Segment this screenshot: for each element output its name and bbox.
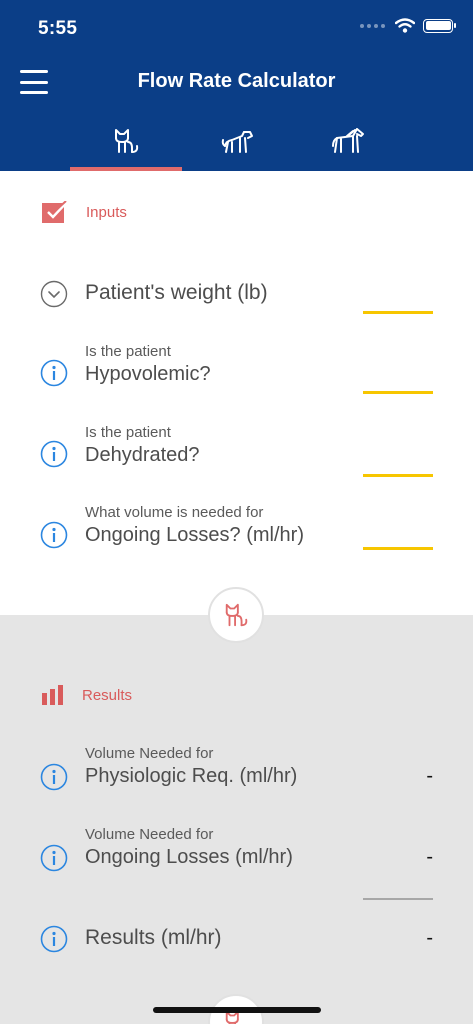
status-time: 5:55 (38, 18, 78, 39)
ongoing-result-sub: Volume Needed for (85, 826, 214, 843)
hypovolemic-sub: Is the patient (85, 343, 171, 360)
ongoing-result-row: Volume Needed for Ongoing Losses (ml/hr)… (40, 826, 433, 880)
info-icon[interactable] (40, 844, 68, 872)
results-label: Results (82, 686, 133, 704)
info-icon[interactable] (40, 521, 68, 549)
inputs-label: Inputs (86, 203, 127, 221)
dehydrated-label: Dehydrated? (85, 444, 200, 466)
weight-label: Patient's weight (lb) (85, 281, 268, 304)
weight-input[interactable] (363, 311, 433, 314)
cat-icon (225, 603, 248, 627)
results-header: Results (42, 685, 132, 705)
physiologic-sub: Volume Needed for (85, 745, 214, 762)
physiologic-row: Volume Needed for Physiologic Req. (ml/h… (40, 745, 433, 799)
app-header: 5:55 Flow Rate Calculator (0, 0, 473, 171)
wifi-icon (395, 18, 415, 33)
hypovolemic-row: Is the patient Hypovolemic? (40, 343, 433, 397)
ongoing-input[interactable] (363, 547, 433, 550)
weight-row: Patient's weight (lb) (40, 279, 433, 315)
inputs-section: Inputs Patient's weight (lb) Is the pati… (0, 171, 473, 615)
signal-dots-icon (360, 23, 385, 28)
battery-icon (423, 18, 456, 33)
dehydrated-input[interactable] (363, 474, 433, 477)
ongoing-label: Ongoing Losses? (ml/hr) (85, 524, 304, 546)
status-icons (360, 18, 456, 33)
info-icon[interactable] (40, 925, 68, 953)
bar-chart-icon (42, 685, 63, 705)
results-section: Results Volume Needed for Physiologic Re… (0, 615, 473, 1024)
tab-horse[interactable] (292, 120, 404, 171)
tab-cat[interactable] (70, 120, 182, 171)
dehydrated-row: Is the patient Dehydrated? (40, 424, 433, 478)
total-result-label: Results (ml/hr) (85, 926, 222, 949)
inputs-header: Inputs (42, 201, 127, 223)
ongoing-result-label: Ongoing Losses (ml/hr) (85, 846, 293, 868)
total-result-row: Results (ml/hr) - (40, 925, 433, 955)
horse-icon (332, 128, 364, 153)
checkbox-icon (42, 201, 68, 223)
cat-icon (115, 129, 139, 153)
chevron-down-icon[interactable] (40, 280, 68, 308)
info-icon[interactable] (40, 440, 68, 468)
physiologic-label: Physiologic Req. (ml/hr) (85, 765, 298, 787)
page-title: Flow Rate Calculator (137, 70, 336, 92)
hypovolemic-label: Hypovolemic? (85, 363, 211, 385)
ongoing-sub: What volume is needed for (85, 504, 264, 521)
info-icon[interactable] (40, 763, 68, 791)
physiologic-value: - (426, 765, 433, 787)
hypovolemic-input[interactable] (363, 391, 433, 394)
total-result-value: - (426, 927, 433, 949)
ongoing-losses-row: What volume is needed for Ongoing Losses… (40, 504, 433, 558)
dog-icon (221, 131, 253, 153)
results-divider (363, 898, 433, 900)
home-indicator[interactable] (153, 1007, 321, 1013)
animal-tabs (0, 120, 473, 171)
dehydrated-sub: Is the patient (85, 424, 171, 441)
tab-dog[interactable] (181, 120, 293, 171)
ongoing-result-value: - (426, 846, 433, 868)
info-icon[interactable] (40, 359, 68, 387)
species-badge (208, 587, 264, 643)
